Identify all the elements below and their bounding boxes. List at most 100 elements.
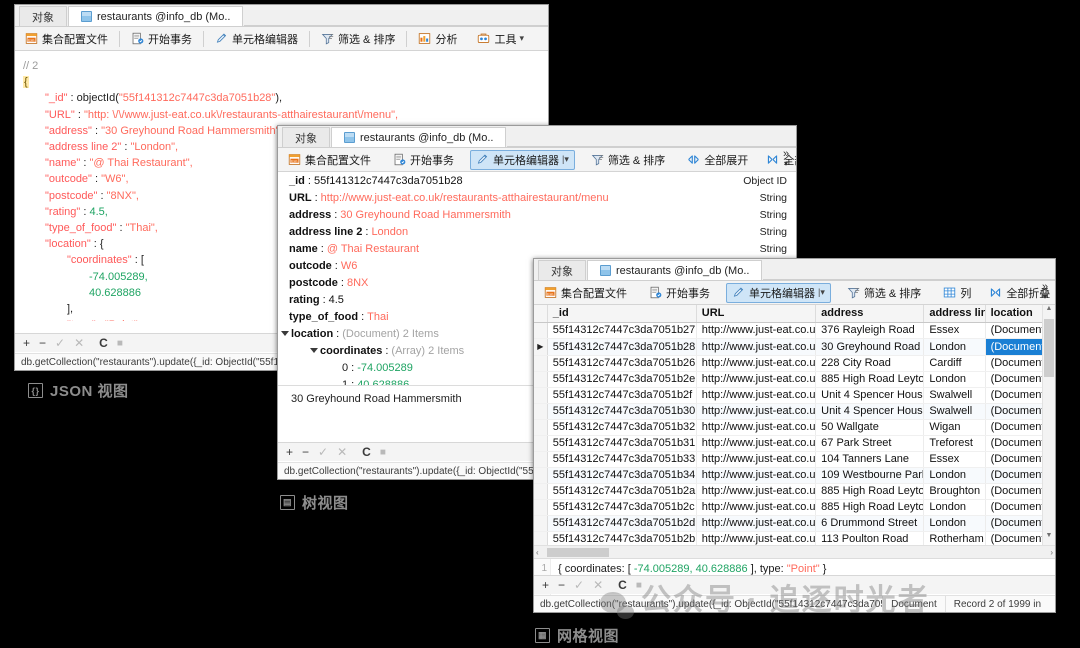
cell-address-line-2[interactable]: Swalwell	[923, 387, 986, 404]
twisty-expanded-icon[interactable]	[280, 329, 289, 338]
tab-object[interactable]: 对象	[538, 260, 586, 280]
cell-url[interactable]: http://www.just-eat.co.uk/r	[696, 419, 817, 436]
cell-id[interactable]: 55f14312c7447c3da7051b31	[547, 435, 697, 452]
cancel-button[interactable]: ✕	[593, 578, 603, 592]
grid-view-window[interactable]: 对象 restaurants @info_db (Mo.. Em 集合配置文件 …	[533, 258, 1056, 613]
row-selector[interactable]	[534, 435, 548, 452]
scroll-left-arrow-icon[interactable]: ‹	[536, 548, 539, 557]
cell-url[interactable]: http://www.just-eat.co.uk/r	[696, 338, 817, 356]
cancel-button[interactable]: ✕	[337, 445, 347, 459]
cell-address-line-2[interactable]: London	[923, 371, 986, 388]
row-selector[interactable]	[534, 451, 548, 468]
cell-address-line-2[interactable]: London	[923, 499, 986, 516]
filter-sort-button[interactable]: 筛选 & 排序	[315, 29, 401, 49]
add-button[interactable]: +	[286, 445, 293, 459]
table-row[interactable]: 55f14312c7447c3da7051b33 http://www.just-…	[534, 451, 1055, 468]
begin-transaction-button[interactable]: 开始事务	[387, 150, 460, 170]
row-selector[interactable]	[534, 483, 548, 500]
cell-url[interactable]: http://www.just-eat.co.uk/r	[696, 531, 817, 545]
row-selector[interactable]	[534, 403, 548, 420]
cell-editor-chevron-down-icon[interactable]: |▾	[818, 287, 825, 298]
row-selector[interactable]	[534, 531, 548, 545]
cell-editor-button[interactable]: 单元格编辑器	[209, 29, 304, 49]
row-selector[interactable]	[534, 467, 548, 484]
grid-vertical-scrollbar[interactable]: ▲ ▼	[1042, 305, 1055, 545]
cell-id[interactable]: 55f14312c7447c3da7051b2d	[547, 515, 697, 532]
cell-url[interactable]: http://www.just-eat.co.uk/r	[696, 483, 817, 500]
column-header-id[interactable]: _id	[547, 305, 697, 323]
cell-address-line-2[interactable]: Essex	[923, 322, 986, 339]
cell-url[interactable]: http://www.just-eat.co.uk/r	[696, 387, 817, 404]
grid-horizontal-scrollbar[interactable]: ‹ ›	[534, 545, 1055, 558]
tree-row[interactable]: address line 2: London String	[278, 223, 796, 240]
tree-row[interactable]: URL: http://www.just-eat.co.uk/restaurant…	[278, 189, 796, 206]
cell-id[interactable]: 55f14312c7447c3da7051b33	[547, 451, 697, 468]
cell-id[interactable]: 55f14312c7447c3da7051b2c	[547, 499, 697, 516]
collection-profile-button[interactable]: Em 集合配置文件	[538, 283, 633, 303]
cell-address-line-2[interactable]: Swalwell	[923, 403, 986, 420]
table-row[interactable]: 55f14312c7447c3da7051b27 http://www.just-…	[534, 322, 1055, 339]
cell-address[interactable]: 113 Poulton Road	[815, 531, 925, 545]
row-selector[interactable]	[534, 322, 548, 339]
confirm-button[interactable]: ✓	[55, 336, 65, 350]
cell-address[interactable]: 6 Drummond Street	[815, 515, 925, 532]
cell-address[interactable]: 67 Park Street	[815, 435, 925, 452]
stop-button[interactable]: ■	[636, 580, 642, 591]
tab-object[interactable]: 对象	[19, 6, 67, 26]
cell-id[interactable]: 55f14312c7447c3da7051b30	[547, 403, 697, 420]
filter-sort-button[interactable]: 筛选 & 排序	[585, 150, 671, 170]
cell-id[interactable]: 55f14312c7447c3da7051b2b	[547, 531, 697, 545]
cell-url[interactable]: http://www.just-eat.co.uk/r	[696, 403, 817, 420]
tools-button[interactable]: 工具 ▾	[471, 29, 530, 49]
table-row[interactable]: 55f14312c7447c3da7051b2c http://www.just-…	[534, 499, 1055, 516]
collection-profile-button[interactable]: Em 集合配置文件	[282, 150, 377, 170]
cell-address[interactable]: 885 High Road Leytonstone	[815, 371, 925, 388]
add-button[interactable]: +	[542, 578, 549, 592]
row-selector[interactable]	[534, 515, 548, 532]
tree-row[interactable]: address:30 Greyhound Road Hammersmith Str…	[278, 206, 796, 223]
tab-collection[interactable]: restaurants @info_db (Mo..	[587, 260, 763, 280]
cell-id[interactable]: 55f14312c7447c3da7051b27	[547, 322, 697, 339]
records-table[interactable]: _id URL address address line 2 location …	[534, 305, 1055, 545]
toolbar-overflow-button[interactable]: » ▾	[1038, 282, 1052, 302]
table-row[interactable]: 55f14312c7447c3da7051b26 http://www.just-…	[534, 355, 1055, 372]
cell-address[interactable]: 109 Westbourne Park Road	[815, 467, 925, 484]
cell-address-line-2[interactable]: London	[923, 467, 986, 484]
table-row[interactable]: 55f14312c7447c3da7051b2d http://www.just-…	[534, 515, 1055, 532]
cell-id[interactable]: 55f14312c7447c3da7051b28	[547, 338, 697, 356]
filter-sort-button[interactable]: 筛选 & 排序	[841, 283, 927, 303]
scroll-thumb[interactable]	[546, 547, 609, 557]
remove-button[interactable]: −	[39, 336, 46, 350]
row-selector[interactable]	[534, 355, 548, 372]
cell-url[interactable]: http://www.just-eat.co.uk/r	[696, 435, 817, 452]
cell-address[interactable]: 30 Greyhound Road Hamm	[815, 338, 925, 356]
scroll-thumb[interactable]	[1044, 319, 1054, 377]
cell-address-line-2[interactable]: Broughton	[923, 483, 986, 500]
tools-chevron-down-icon[interactable]: ▾	[519, 33, 524, 44]
cell-id[interactable]: 55f14312c7447c3da7051b2a	[547, 483, 697, 500]
cell-id[interactable]: 55f14312c7447c3da7051b34	[547, 467, 697, 484]
table-row[interactable]: 55f14312c7447c3da7051b34 http://www.just-…	[534, 467, 1055, 484]
confirm-button[interactable]: ✓	[574, 578, 584, 592]
cell-url[interactable]: http://www.just-eat.co.uk/r	[696, 355, 817, 372]
toolbar-overflow-button[interactable]: » ▾	[779, 149, 793, 169]
cell-id[interactable]: 55f14312c7447c3da7051b2f	[547, 387, 697, 404]
add-button[interactable]: +	[23, 336, 30, 350]
cell-id[interactable]: 55f14312c7447c3da7051b32	[547, 419, 697, 436]
cell-url[interactable]: http://www.just-eat.co.uk/r	[696, 322, 817, 339]
cell-url[interactable]: http://www.just-eat.co.uk/r	[696, 467, 817, 484]
table-row[interactable]: 55f14312c7447c3da7051b30 http://www.just-…	[534, 403, 1055, 420]
cell-url[interactable]: http://www.just-eat.co.uk/r	[696, 451, 817, 468]
column-header-address[interactable]: address	[815, 305, 925, 323]
cell-editor-button[interactable]: 单元格编辑器 |▾	[726, 282, 831, 303]
cell-address-line-2[interactable]: Cardiff	[923, 355, 986, 372]
cell-address[interactable]: Unit 4 Spencer House	[815, 403, 925, 420]
stop-button[interactable]: ■	[117, 338, 123, 349]
cell-address-line-2[interactable]: London	[923, 515, 986, 532]
cell-url[interactable]: http://www.just-eat.co.uk/r	[696, 499, 817, 516]
cell-editor-chevron-down-icon[interactable]: |▾	[562, 154, 569, 165]
cell-id[interactable]: 55f14312c7447c3da7051b26	[547, 355, 697, 372]
column-header-url[interactable]: URL	[696, 305, 817, 323]
cell-address[interactable]: Unit 4 Spencer House	[815, 387, 925, 404]
scroll-down-arrow-icon[interactable]: ▼	[1043, 532, 1055, 545]
